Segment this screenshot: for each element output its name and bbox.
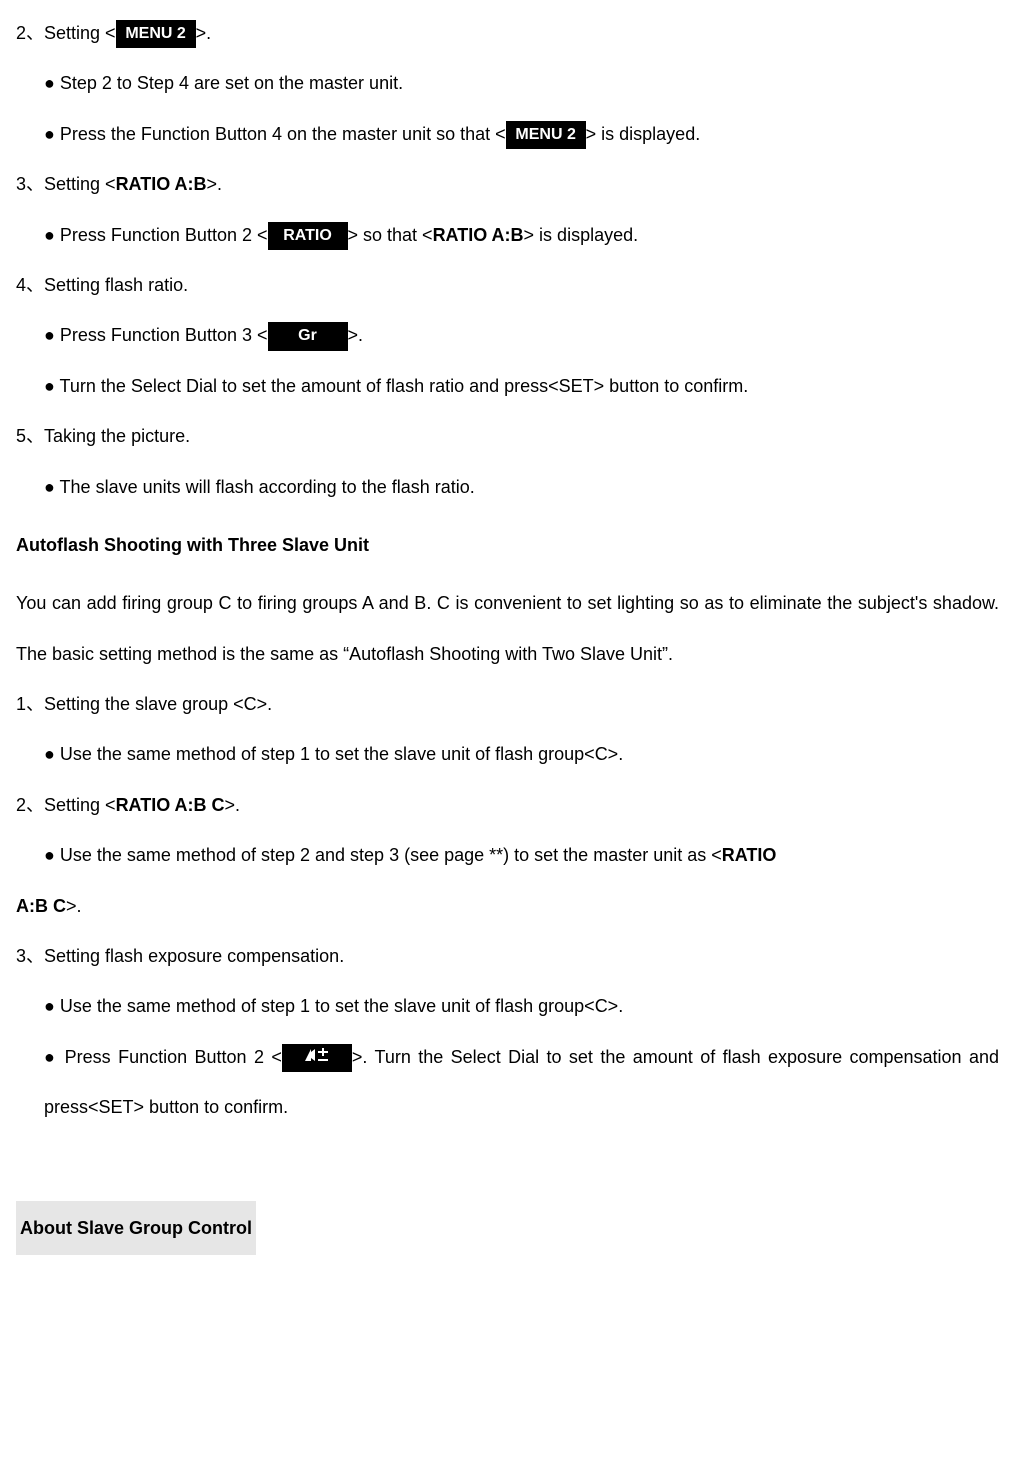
menu2-icon: MENU 2 [506,121,586,149]
step2-bullet1: ● Step 2 to Step 4 are set on the master… [16,58,999,108]
step3-line: 3、Setting <RATIO A:B>. [16,159,999,209]
three-slave-heading: Autoflash Shooting with Three Slave Unit [16,520,999,570]
step4-b1-pre: ● Press Function Button 3 < [44,325,268,345]
step4-bullet1: ● Press Function Button 3 <Gr>. [16,310,999,360]
step3-b1-bold: RATIO A:B [433,225,524,245]
cstep2-bold: RATIO A:B C [116,795,225,815]
slave-group-control-heading: About Slave Group Control [16,1201,256,1255]
step4-line: 4、Setting flash ratio. [16,260,999,310]
cstep2-line: 2、Setting <RATIO A:B C>. [16,780,999,830]
cstep3-bullet1: ● Use the same method of step 1 to set t… [16,981,999,1031]
step3-bold: RATIO A:B [116,174,207,194]
step2-b2-post: > is displayed. [586,124,701,144]
step3-b1-post: > is displayed. [524,225,639,245]
step2-b2-pre: ● Press the Function Button 4 on the mas… [44,124,506,144]
cstep2-b1-pre: ● Use the same method of step 2 and step… [44,845,722,865]
step2-bullet2: ● Press the Function Button 4 on the mas… [16,109,999,159]
step3-bullet1: ● Press Function Button 2 <RATIO> so tha… [16,210,999,260]
cstep1-line: 1、Setting the slave group <C>. [16,679,999,729]
step3-b1-pre: ● Press Function Button 2 < [44,225,268,245]
cstep2-post: >. [225,795,241,815]
ratio-icon: RATIO [268,222,348,250]
gr-icon: Gr [268,322,348,350]
cstep2-pre: 2、Setting < [16,795,116,815]
cstep3-line: 3、Setting flash exposure compensation. [16,931,999,981]
step5-line: 5、Taking the picture. [16,411,999,461]
cstep2-b1-bold1: RATIO [722,845,777,865]
cstep2-bullet1: ● Use the same method of step 2 and step… [16,830,999,931]
three-slave-intro: You can add firing group C to firing gro… [16,578,999,679]
step4-b1-post: >. [348,325,364,345]
step2-post: >. [196,23,212,43]
step2-pre: 2、Setting < [16,23,116,43]
cstep2-b1-post: >. [66,896,82,916]
step3-b1-mid: > so that < [348,225,433,245]
step2-line: 2、Setting <MENU 2>. [16,8,999,58]
cstep3-bullet2: ● Press Function Button 2 <>. Turn the S… [16,1032,999,1133]
exposure-comp-icon [282,1044,352,1072]
step3-pre: 3、Setting < [16,174,116,194]
cstep1-bullet1: ● Use the same method of step 1 to set t… [16,729,999,779]
step4-bullet2: ● Turn the Select Dial to set the amount… [16,361,999,411]
menu2-icon: MENU 2 [116,20,196,48]
step3-post: >. [207,174,223,194]
cstep3-b2-pre: ● Press Function Button 2 < [44,1047,282,1067]
cstep2-b1-bold2: A:B C [16,896,66,916]
step5-bullet1: ● The slave units will flash according t… [16,462,999,512]
